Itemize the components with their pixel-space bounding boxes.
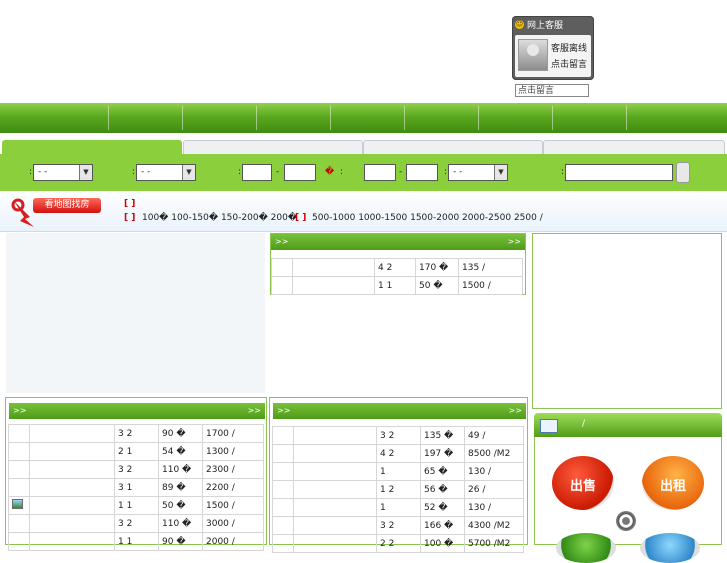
search-tab[interactable] [363,140,543,154]
listing-table-left: 3 2 90 � 1700 / 2 1 54 � 1300 / 3 2 110 � 2300… [8,424,264,551]
nav-divider [256,106,257,130]
price-filter-prefix: [ ] [124,213,136,223]
table-row[interactable]: 3 2 110 � 3000 / [8,514,264,533]
type-select[interactable]: - - ▼ [136,164,196,181]
panel-header: >> >> [9,403,265,419]
customer-service-title: 网上客服 [527,20,564,31]
filter-label: : [561,167,565,177]
price-max-input[interactable] [406,164,438,181]
table-row[interactable]: 2 2 100 � 5700 /M2 [272,534,524,553]
chevron-down-icon: ▼ [494,165,507,180]
range-dash: - [276,167,280,177]
panel-more-left[interactable]: >> [277,403,290,419]
area-min-input[interactable] [242,164,272,181]
nav-divider [330,106,331,130]
panel-header: >> >> [271,234,525,250]
range-dash: - [399,167,403,177]
customer-service-body: 客服离线 点击留言 [515,35,591,77]
lease-button[interactable] [640,533,700,563]
panel-more-right[interactable]: >> [508,234,521,250]
rent-button[interactable]: 出租 [642,456,704,510]
table-row[interactable]: 1 1 50 � 1500 / [8,496,264,515]
area-max-input[interactable] [284,164,316,181]
filter-label: : [444,167,448,177]
table-row[interactable]: 1 65 � 130 / [272,462,524,481]
right-tab-label: / [582,419,586,429]
search-tab[interactable] [183,140,363,154]
rent-filter-prefix: [ ] [295,213,307,223]
panel-header: >> >> [273,403,526,419]
panel-more-right[interactable]: >> [248,403,261,419]
center-knob-icon [616,511,636,531]
chevron-down-icon: ▼ [79,165,92,180]
table-row[interactable]: 1 52 � 130 / [272,498,524,517]
listing-table-center: 3 2 135 � 49 / 4 2 197 � 8500 /M2 1 65 � 130 /… [272,426,524,553]
leave-message-link[interactable]: 点击留言 [551,57,587,70]
nav-divider [552,106,553,130]
buy-button[interactable] [556,533,616,563]
table-row[interactable]: 4 2 197 � 8500 /M2 [272,444,524,463]
unit-mark: � [325,167,335,177]
price-min-input[interactable] [364,164,396,181]
filter-label: : [29,167,33,177]
table-row[interactable]: 1 1 50 � 1500 / [271,276,523,295]
nav-divider [108,106,109,130]
agent-avatar [518,39,548,71]
filter-row-1: [ ] [124,199,136,209]
panel-more-left[interactable]: >> [13,403,26,419]
nav-divider [478,106,479,130]
sell-button[interactable]: 出售 [552,456,614,510]
district-select[interactable]: - - ▼ [33,164,93,181]
table-row[interactable]: 3 2 90 � 1700 / [8,424,264,443]
rooms-select[interactable]: - - ▼ [448,164,508,181]
customer-service-header: ☺ 网上客服 [512,16,594,32]
map-search-button[interactable]: 看地图找房 [33,198,101,213]
right-info-box [532,233,722,409]
edit-document-icon [540,419,558,433]
filter-label: : [340,167,344,177]
chevron-down-icon: ▼ [182,165,195,180]
nav-divider [404,106,405,130]
nav-divider [182,106,183,130]
featured-area [6,233,265,393]
rent-price-options[interactable]: 500-1000 1000-1500 1500-2000 2000-2500 2… [312,213,543,223]
table-row[interactable]: 2 1 54 � 1300 / [8,442,264,461]
panel-more-left[interactable]: >> [275,234,288,250]
search-tab-active[interactable] [2,140,182,154]
main-nav-bar [0,103,727,133]
right-panel-tab[interactable]: / [534,413,722,437]
panel-more-right[interactable]: >> [509,403,522,419]
filter-label: : [238,167,242,177]
listing-table-top: 4 2 170 � 135 / 1 1 50 � 1500 / [271,258,523,295]
nav-divider [626,106,627,130]
keyword-input[interactable] [565,164,673,181]
agent-status: 客服离线 [551,44,588,54]
search-tab[interactable] [543,140,725,154]
table-row[interactable]: 3 2 110 � 2300 / [8,460,264,479]
search-button[interactable] [676,162,690,183]
sale-price-options[interactable]: 100� 100-150� 150-200� 200� [142,213,297,223]
map-search-strip [0,191,727,232]
table-row[interactable]: 1 1 90 � 2000 / [8,532,264,551]
filter-label: : [132,167,136,177]
table-row[interactable]: 1 2 56 � 26 / [272,480,524,499]
table-row[interactable]: 3 1 89 � 2200 / [8,478,264,497]
smiley-icon: ☺ [515,19,524,29]
table-row[interactable]: 4 2 170 � 135 / [271,258,523,277]
photo-icon [12,499,23,509]
table-row[interactable]: 3 2 135 � 49 / [272,426,524,445]
table-row[interactable]: 3 2 166 � 4300 /M2 [272,516,524,535]
customer-service-widget: ☺ 网上客服 客服离线 点击留言 [512,16,594,80]
message-input[interactable]: 点击留言 [515,84,589,97]
